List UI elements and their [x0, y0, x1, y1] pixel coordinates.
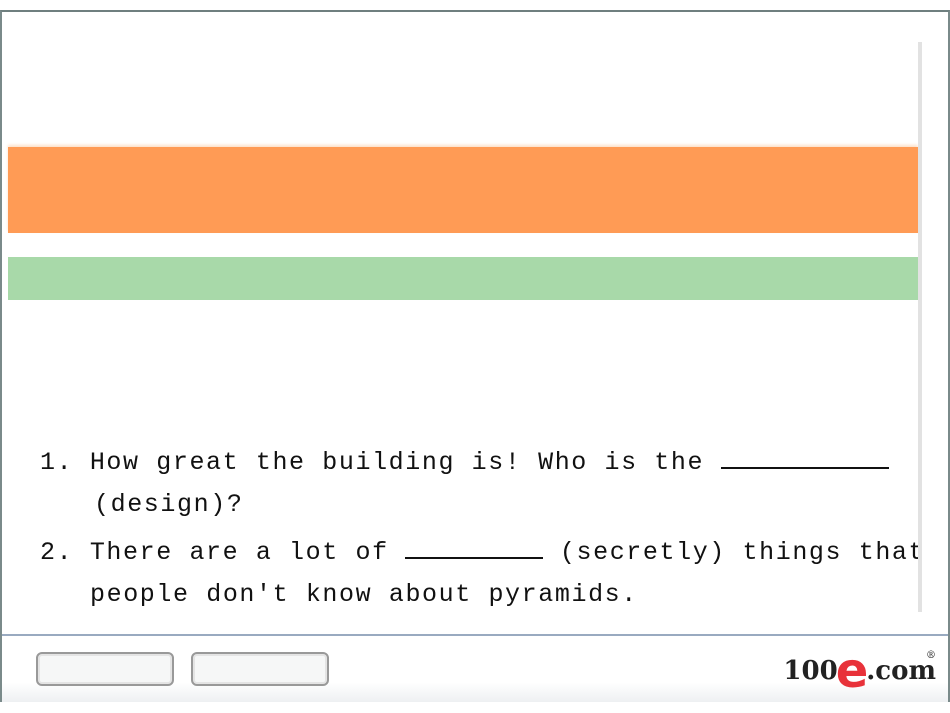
question-text: There are a lot of: [89, 538, 406, 567]
answer-blank: [405, 535, 544, 559]
logo-100e: 100 e .com ®: [783, 643, 936, 699]
question-number: 1.: [40, 448, 74, 477]
orange-banner: [8, 147, 918, 233]
slide-content: 1. How great the building is! Who is the…: [2, 12, 948, 634]
question-number: 2.: [40, 538, 74, 567]
registered-mark: ®: [926, 650, 936, 661]
question-text: How great the building is! Who is the: [89, 448, 721, 477]
question-1-cont: (design)?: [94, 490, 244, 519]
answer-blank: [720, 445, 889, 469]
slide-window: 1. How great the building is! Who is the…: [0, 10, 950, 702]
question-2: 2. There are a lot of (secretly) things …: [40, 535, 925, 567]
logo-text: 100: [783, 656, 838, 686]
question-1: 1. How great the building is! Who is the: [40, 445, 889, 477]
prev-button[interactable]: [36, 652, 174, 686]
question-2-cont: people don't know about pyramids.: [90, 580, 638, 609]
logo-e: e: [835, 643, 869, 699]
footer-bar: 100 e .com ®: [2, 634, 948, 702]
next-button[interactable]: [191, 652, 329, 686]
scrollbar[interactable]: [918, 42, 922, 612]
question-text: (secretly) things that: [543, 538, 926, 567]
green-banner: [8, 257, 918, 300]
